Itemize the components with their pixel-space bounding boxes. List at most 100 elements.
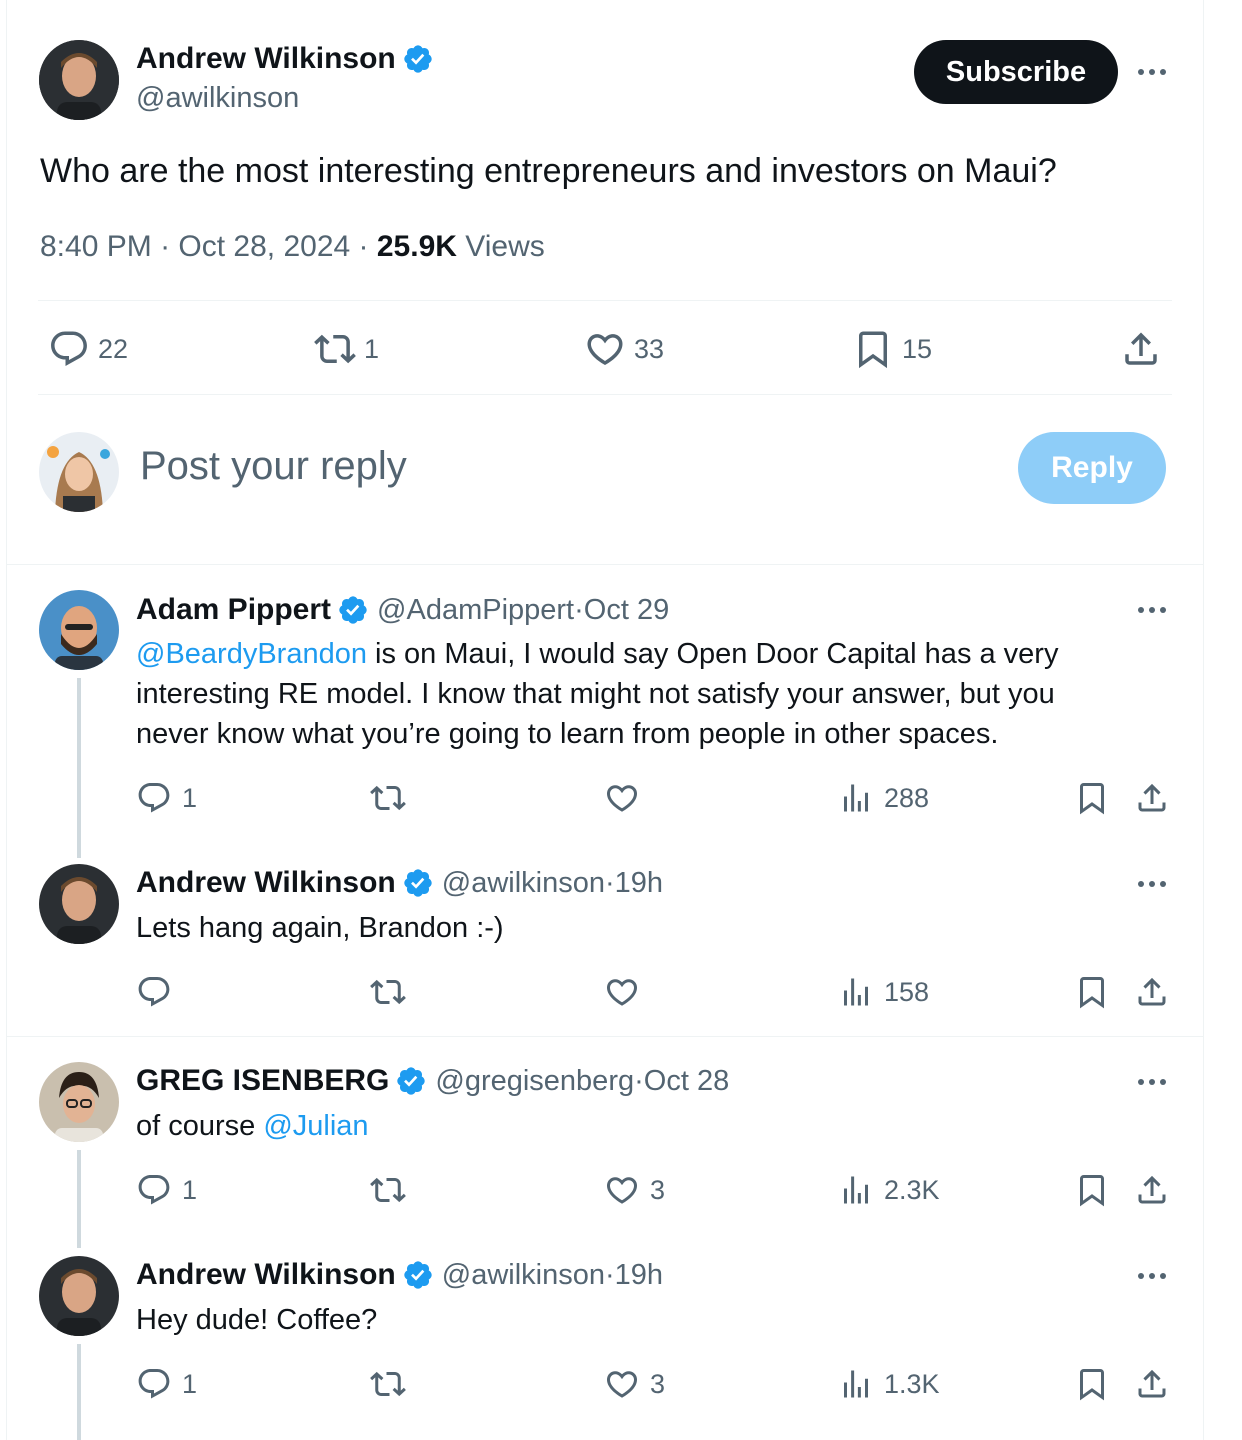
- reply-text: @BeardyBrandon is on Maui, I would say O…: [136, 634, 1156, 754]
- more-dots-icon[interactable]: [1132, 62, 1172, 82]
- reply-time[interactable]: 19h: [615, 867, 663, 900]
- reply-text-prefix: of course: [136, 1110, 264, 1142]
- repost-button[interactable]: [370, 1172, 416, 1208]
- reply-text-line: never know what you’re going to learn fr…: [136, 718, 999, 750]
- bookmark-button[interactable]: 15: [852, 328, 932, 370]
- share-button[interactable]: [1120, 328, 1162, 370]
- author-name[interactable]: Andrew Wilkinson: [136, 42, 396, 76]
- bookmark-icon: [1074, 1366, 1110, 1402]
- avatar[interactable]: [39, 1062, 119, 1142]
- reply-author-name[interactable]: Adam Pippert: [136, 593, 331, 627]
- bar-chart-icon: [838, 974, 874, 1010]
- reply-count: 1: [182, 1174, 198, 1205]
- reply-author-handle[interactable]: @AdamPippert: [377, 594, 574, 627]
- speech-bubble-icon: [136, 974, 172, 1010]
- verified-badge-icon: [337, 594, 369, 626]
- reply-button[interactable]: 22: [48, 328, 128, 370]
- share-button[interactable]: [1134, 974, 1170, 1010]
- views-button[interactable]: 158: [838, 974, 929, 1010]
- meta-separator: ·: [151, 230, 179, 263]
- reply-author-handle[interactable]: @awilkinson: [442, 867, 605, 900]
- reply-button[interactable]: 1: [136, 1172, 197, 1208]
- reply-text-line: interesting RE model. I know that might …: [136, 678, 1055, 710]
- bookmark-button[interactable]: [1074, 1172, 1110, 1208]
- reply-time[interactable]: 19h: [615, 1259, 663, 1292]
- mention-link[interactable]: @Julian: [263, 1110, 368, 1142]
- repost-button[interactable]: [370, 974, 416, 1010]
- bar-chart-icon: [838, 1172, 874, 1208]
- reply-time[interactable]: Oct 29: [584, 594, 669, 627]
- repost-button[interactable]: [370, 780, 416, 816]
- bookmark-count: 15: [902, 333, 933, 364]
- views-count: 2.3K: [884, 1174, 940, 1205]
- bookmark-icon: [852, 328, 894, 370]
- bookmark-icon: [1074, 1172, 1110, 1208]
- more-dots-icon[interactable]: [1132, 1266, 1172, 1286]
- author-handle[interactable]: @awilkinson: [136, 82, 299, 115]
- bookmark-icon: [1074, 780, 1110, 816]
- like-button[interactable]: [604, 974, 650, 1010]
- meta-separator: ·: [604, 866, 615, 899]
- reply-author-name[interactable]: GREG ISENBERG: [136, 1064, 389, 1098]
- thread-line: [77, 1344, 81, 1440]
- views-label: Views: [465, 230, 545, 263]
- reply-author-handle[interactable]: @gregisenberg: [435, 1065, 634, 1098]
- speech-bubble-icon: [48, 328, 90, 370]
- repost-arrows-icon: [370, 1172, 406, 1208]
- speech-bubble-icon: [136, 1172, 172, 1208]
- reply-header: GREG ISENBERG @gregisenberg · Oct 28: [136, 1064, 729, 1098]
- like-button[interactable]: 3: [604, 1366, 665, 1402]
- more-dots-icon[interactable]: [1132, 874, 1172, 894]
- share-button[interactable]: [1134, 1366, 1170, 1402]
- reply-count: 1: [182, 1368, 198, 1399]
- meta-separator: ·: [350, 230, 377, 263]
- like-button[interactable]: [604, 780, 650, 816]
- reply-button[interactable]: 1: [136, 780, 197, 816]
- reply-button[interactable]: [136, 974, 182, 1010]
- current-user-avatar[interactable]: [39, 432, 119, 512]
- bookmark-button[interactable]: [1074, 1366, 1110, 1402]
- divider: [38, 300, 1172, 301]
- verified-badge-icon: [402, 1259, 434, 1291]
- thread-line: [77, 1150, 81, 1248]
- like-button[interactable]: 33: [584, 328, 664, 370]
- verified-badge-icon: [402, 867, 434, 899]
- heart-icon: [604, 974, 640, 1010]
- reply-author-handle[interactable]: @awilkinson: [442, 1259, 605, 1292]
- author-avatar[interactable]: [39, 40, 119, 120]
- mention-link[interactable]: @BeardyBrandon: [136, 638, 367, 670]
- reply-time[interactable]: Oct 28: [644, 1065, 729, 1098]
- more-dots-icon[interactable]: [1132, 1072, 1172, 1092]
- reply-header: Andrew Wilkinson @awilkinson · 19h: [136, 866, 663, 900]
- views-button[interactable]: 2.3K: [838, 1172, 940, 1208]
- reply-author-name[interactable]: Andrew Wilkinson: [136, 866, 396, 900]
- views-button[interactable]: 288: [838, 780, 929, 816]
- reply-input[interactable]: Post your reply: [140, 444, 407, 489]
- verified-badge-icon: [395, 1065, 427, 1097]
- reply-button[interactable]: 1: [136, 1366, 197, 1402]
- heart-icon: [604, 780, 640, 816]
- avatar[interactable]: [39, 590, 119, 670]
- subscribe-button[interactable]: Subscribe: [914, 40, 1118, 104]
- repost-button[interactable]: [370, 1366, 416, 1402]
- tweet-time[interactable]: 8:40 PM: [40, 230, 152, 263]
- like-button[interactable]: 3: [604, 1172, 665, 1208]
- meta-separator: ·: [604, 1258, 615, 1291]
- bookmark-button[interactable]: [1074, 974, 1110, 1010]
- reply-author-name[interactable]: Andrew Wilkinson: [136, 1258, 396, 1292]
- avatar[interactable]: [39, 1256, 119, 1336]
- repost-button[interactable]: 1: [314, 328, 379, 370]
- bookmark-button[interactable]: [1074, 780, 1110, 816]
- more-dots-icon[interactable]: [1132, 600, 1172, 620]
- tweet-text: Who are the most interesting entrepreneu…: [40, 152, 1057, 190]
- reply-text: Lets hang again, Brandon :-): [136, 912, 504, 944]
- reply-text-line: is on Maui, I would say Open Door Capita…: [366, 638, 1059, 670]
- share-button[interactable]: [1134, 780, 1170, 816]
- repost-arrows-icon: [370, 1366, 406, 1402]
- share-button[interactable]: [1134, 1172, 1170, 1208]
- avatar[interactable]: [39, 864, 119, 944]
- tweet-date[interactable]: Oct 28, 2024: [178, 230, 350, 263]
- views-button[interactable]: 1.3K: [838, 1366, 940, 1402]
- reply-submit-button[interactable]: Reply: [1018, 432, 1166, 504]
- speech-bubble-icon: [136, 1366, 172, 1402]
